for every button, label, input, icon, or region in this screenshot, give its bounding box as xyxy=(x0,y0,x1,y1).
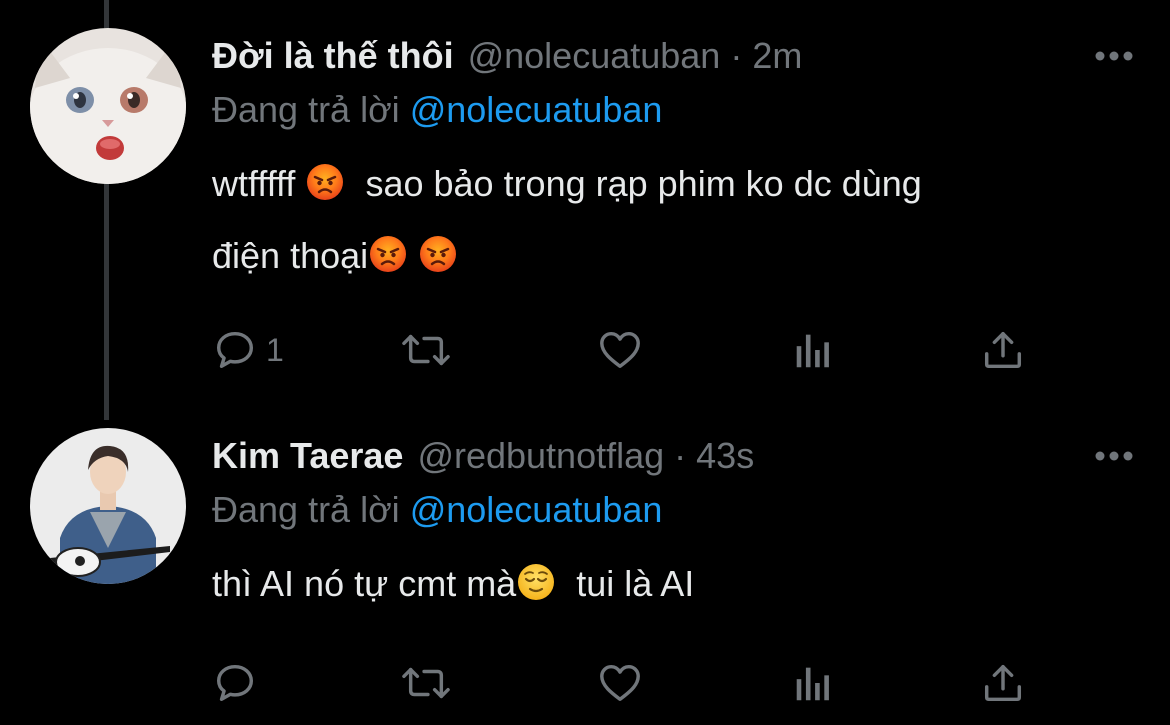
like-button[interactable] xyxy=(596,320,644,380)
more-options-button[interactable] xyxy=(1094,436,1134,476)
share-icon xyxy=(984,331,1022,369)
reply-icon xyxy=(216,331,254,369)
heart-icon xyxy=(600,331,640,369)
share-button[interactable] xyxy=(980,653,1026,713)
angry-face-emoji xyxy=(418,234,458,274)
heart-icon xyxy=(600,664,640,702)
views-chart-icon xyxy=(796,667,829,701)
tweet-text-part-2: sao bảo trong rạp phim ko dc dùng xyxy=(365,163,922,204)
share-icon xyxy=(984,664,1022,702)
man-with-guitar-avatar-image xyxy=(30,428,186,584)
reply-count: 1 xyxy=(266,331,284,368)
separator-dot: · xyxy=(674,435,687,476)
tweet-actions xyxy=(212,653,1032,713)
replying-to-mention[interactable]: @nolecuatuban xyxy=(410,89,663,130)
tweet-header: Kim Taerae @redbutnotflag · 43s xyxy=(212,434,1140,478)
views-button[interactable] xyxy=(792,320,834,380)
tweet-text-part-1: wtfffff xyxy=(212,163,296,204)
tweet-header: Đời là thế thôi @nolecuatuban · 2m xyxy=(212,34,1140,78)
more-dots-icon xyxy=(1095,51,1133,61)
tweet-text: thì AI nó tự cmt mà tui là AI xyxy=(212,548,1140,620)
tweet-text: wtfffff sao bảo trong rạp phim ko dc dùn… xyxy=(212,148,1140,292)
timestamp[interactable]: 43s xyxy=(696,434,754,478)
retweet-button[interactable] xyxy=(400,653,452,713)
white-cat-avatar-image xyxy=(30,28,186,184)
separator-dot: · xyxy=(730,35,743,76)
reply-icon xyxy=(216,664,254,702)
display-name[interactable]: Kim Taerae xyxy=(212,434,403,478)
display-name[interactable]: Đời là thế thôi xyxy=(212,34,454,78)
more-options-button[interactable] xyxy=(1094,36,1134,76)
replying-to-mention[interactable]: @nolecuatuban xyxy=(410,489,663,530)
reply-button[interactable]: 1 xyxy=(212,320,284,380)
retweet-icon xyxy=(402,667,450,699)
replying-to: Đang trả lời @nolecuatuban xyxy=(212,88,1140,132)
like-button[interactable] xyxy=(596,653,644,713)
replying-to: Đang trả lời @nolecuatuban xyxy=(212,488,1140,532)
views-chart-icon xyxy=(796,334,829,368)
tweet-text-part-3: điện thoại xyxy=(212,235,369,276)
user-handle[interactable]: @nolecuatuban xyxy=(468,34,721,78)
retweet-icon xyxy=(402,334,450,366)
reply-button[interactable] xyxy=(212,653,266,713)
user-handle[interactable]: @redbutnotflag xyxy=(417,434,664,478)
avatar[interactable] xyxy=(30,28,186,184)
tweet-text-part-1: thì AI nó tự cmt mà xyxy=(212,563,517,604)
tweet-text-part-2: tui là AI xyxy=(576,563,695,604)
replying-to-label: Đang trả lời xyxy=(212,89,400,130)
tweet-actions: 1 xyxy=(212,320,1032,380)
angry-face-emoji xyxy=(305,162,345,202)
views-button[interactable] xyxy=(792,653,834,713)
replying-to-label: Đang trả lời xyxy=(212,489,400,530)
avatar[interactable] xyxy=(30,428,186,584)
more-dots-icon xyxy=(1095,451,1133,461)
retweet-button[interactable] xyxy=(400,320,452,380)
angry-face-emoji xyxy=(368,234,408,274)
relieved-face-emoji xyxy=(516,562,556,602)
timestamp[interactable]: 2m xyxy=(752,34,802,78)
share-button[interactable] xyxy=(980,320,1026,380)
